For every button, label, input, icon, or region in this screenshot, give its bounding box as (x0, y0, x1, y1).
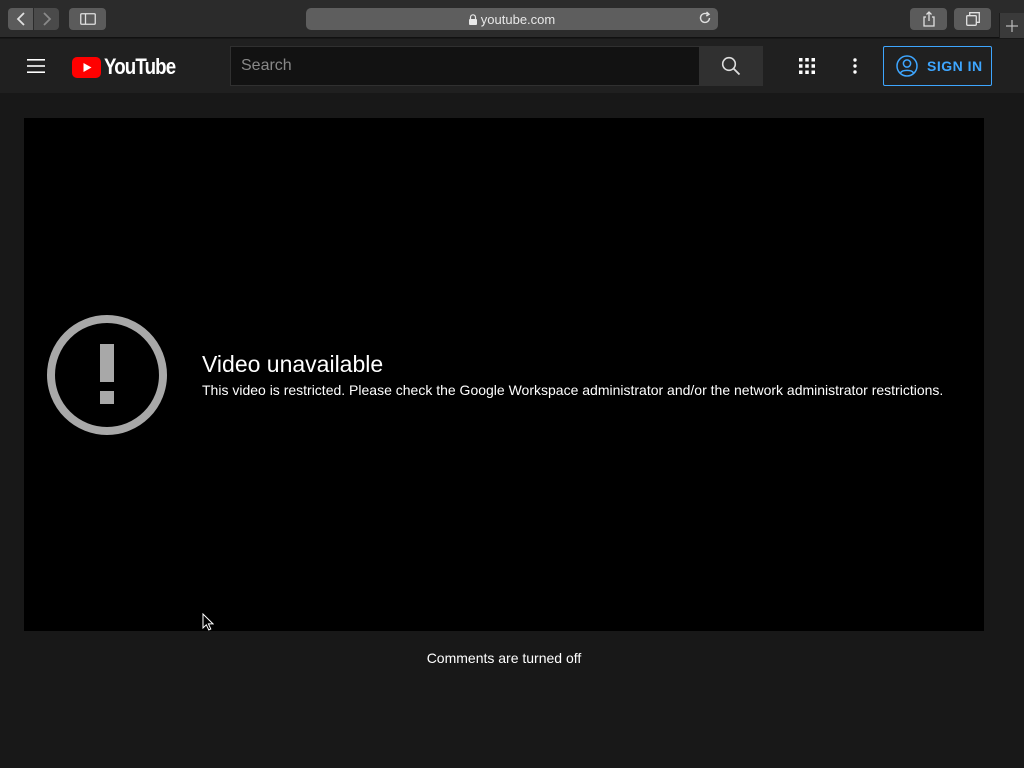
search-button[interactable] (699, 46, 763, 86)
share-button[interactable] (910, 8, 947, 30)
back-button[interactable] (8, 8, 33, 30)
sidebar-toggle-button[interactable] (69, 8, 106, 30)
search-input[interactable] (241, 57, 700, 75)
logo-text: YouTube (104, 54, 176, 79)
sign-in-label: SIGN IN (927, 58, 983, 74)
youtube-logo[interactable]: YouTube (72, 54, 188, 80)
search-box (230, 46, 700, 86)
apps-grid-icon[interactable] (797, 56, 817, 76)
error-message: This video is restricted. Please check t… (202, 382, 944, 398)
address-text: youtube.com (480, 11, 556, 27)
exclamation-circle-icon (46, 314, 168, 436)
chevron-left-icon (16, 12, 25, 26)
play-logo-icon (72, 56, 101, 78)
reload-icon[interactable] (698, 11, 712, 28)
sign-in-button[interactable]: SIGN IN (883, 46, 992, 86)
video-player[interactable]: Video unavailable This video is restrict… (24, 118, 984, 631)
account-circle-icon (896, 55, 918, 77)
tabs-overview-button[interactable] (954, 8, 991, 30)
youtube-header: YouTube SIGN IN (0, 39, 1024, 93)
share-icon (922, 11, 935, 27)
comments-status: Comments are turned off (426, 650, 582, 666)
browser-toolbar: youtube.com (0, 0, 1024, 38)
navigation-buttons (8, 8, 59, 30)
hamburger-menu-icon[interactable] (26, 56, 46, 76)
more-vertical-icon[interactable] (845, 56, 865, 76)
plus-icon (1006, 19, 1018, 32)
error-title: Video unavailable (202, 351, 384, 377)
search-icon (721, 56, 741, 76)
new-tab-button[interactable] (999, 13, 1024, 38)
mouse-cursor-icon (202, 612, 215, 636)
tabs-icon (965, 12, 980, 26)
chevron-right-icon (42, 12, 51, 26)
sidebar-icon (79, 13, 96, 25)
lock-icon (468, 13, 477, 25)
forward-button[interactable] (34, 8, 59, 30)
address-bar[interactable]: youtube.com (306, 8, 718, 30)
